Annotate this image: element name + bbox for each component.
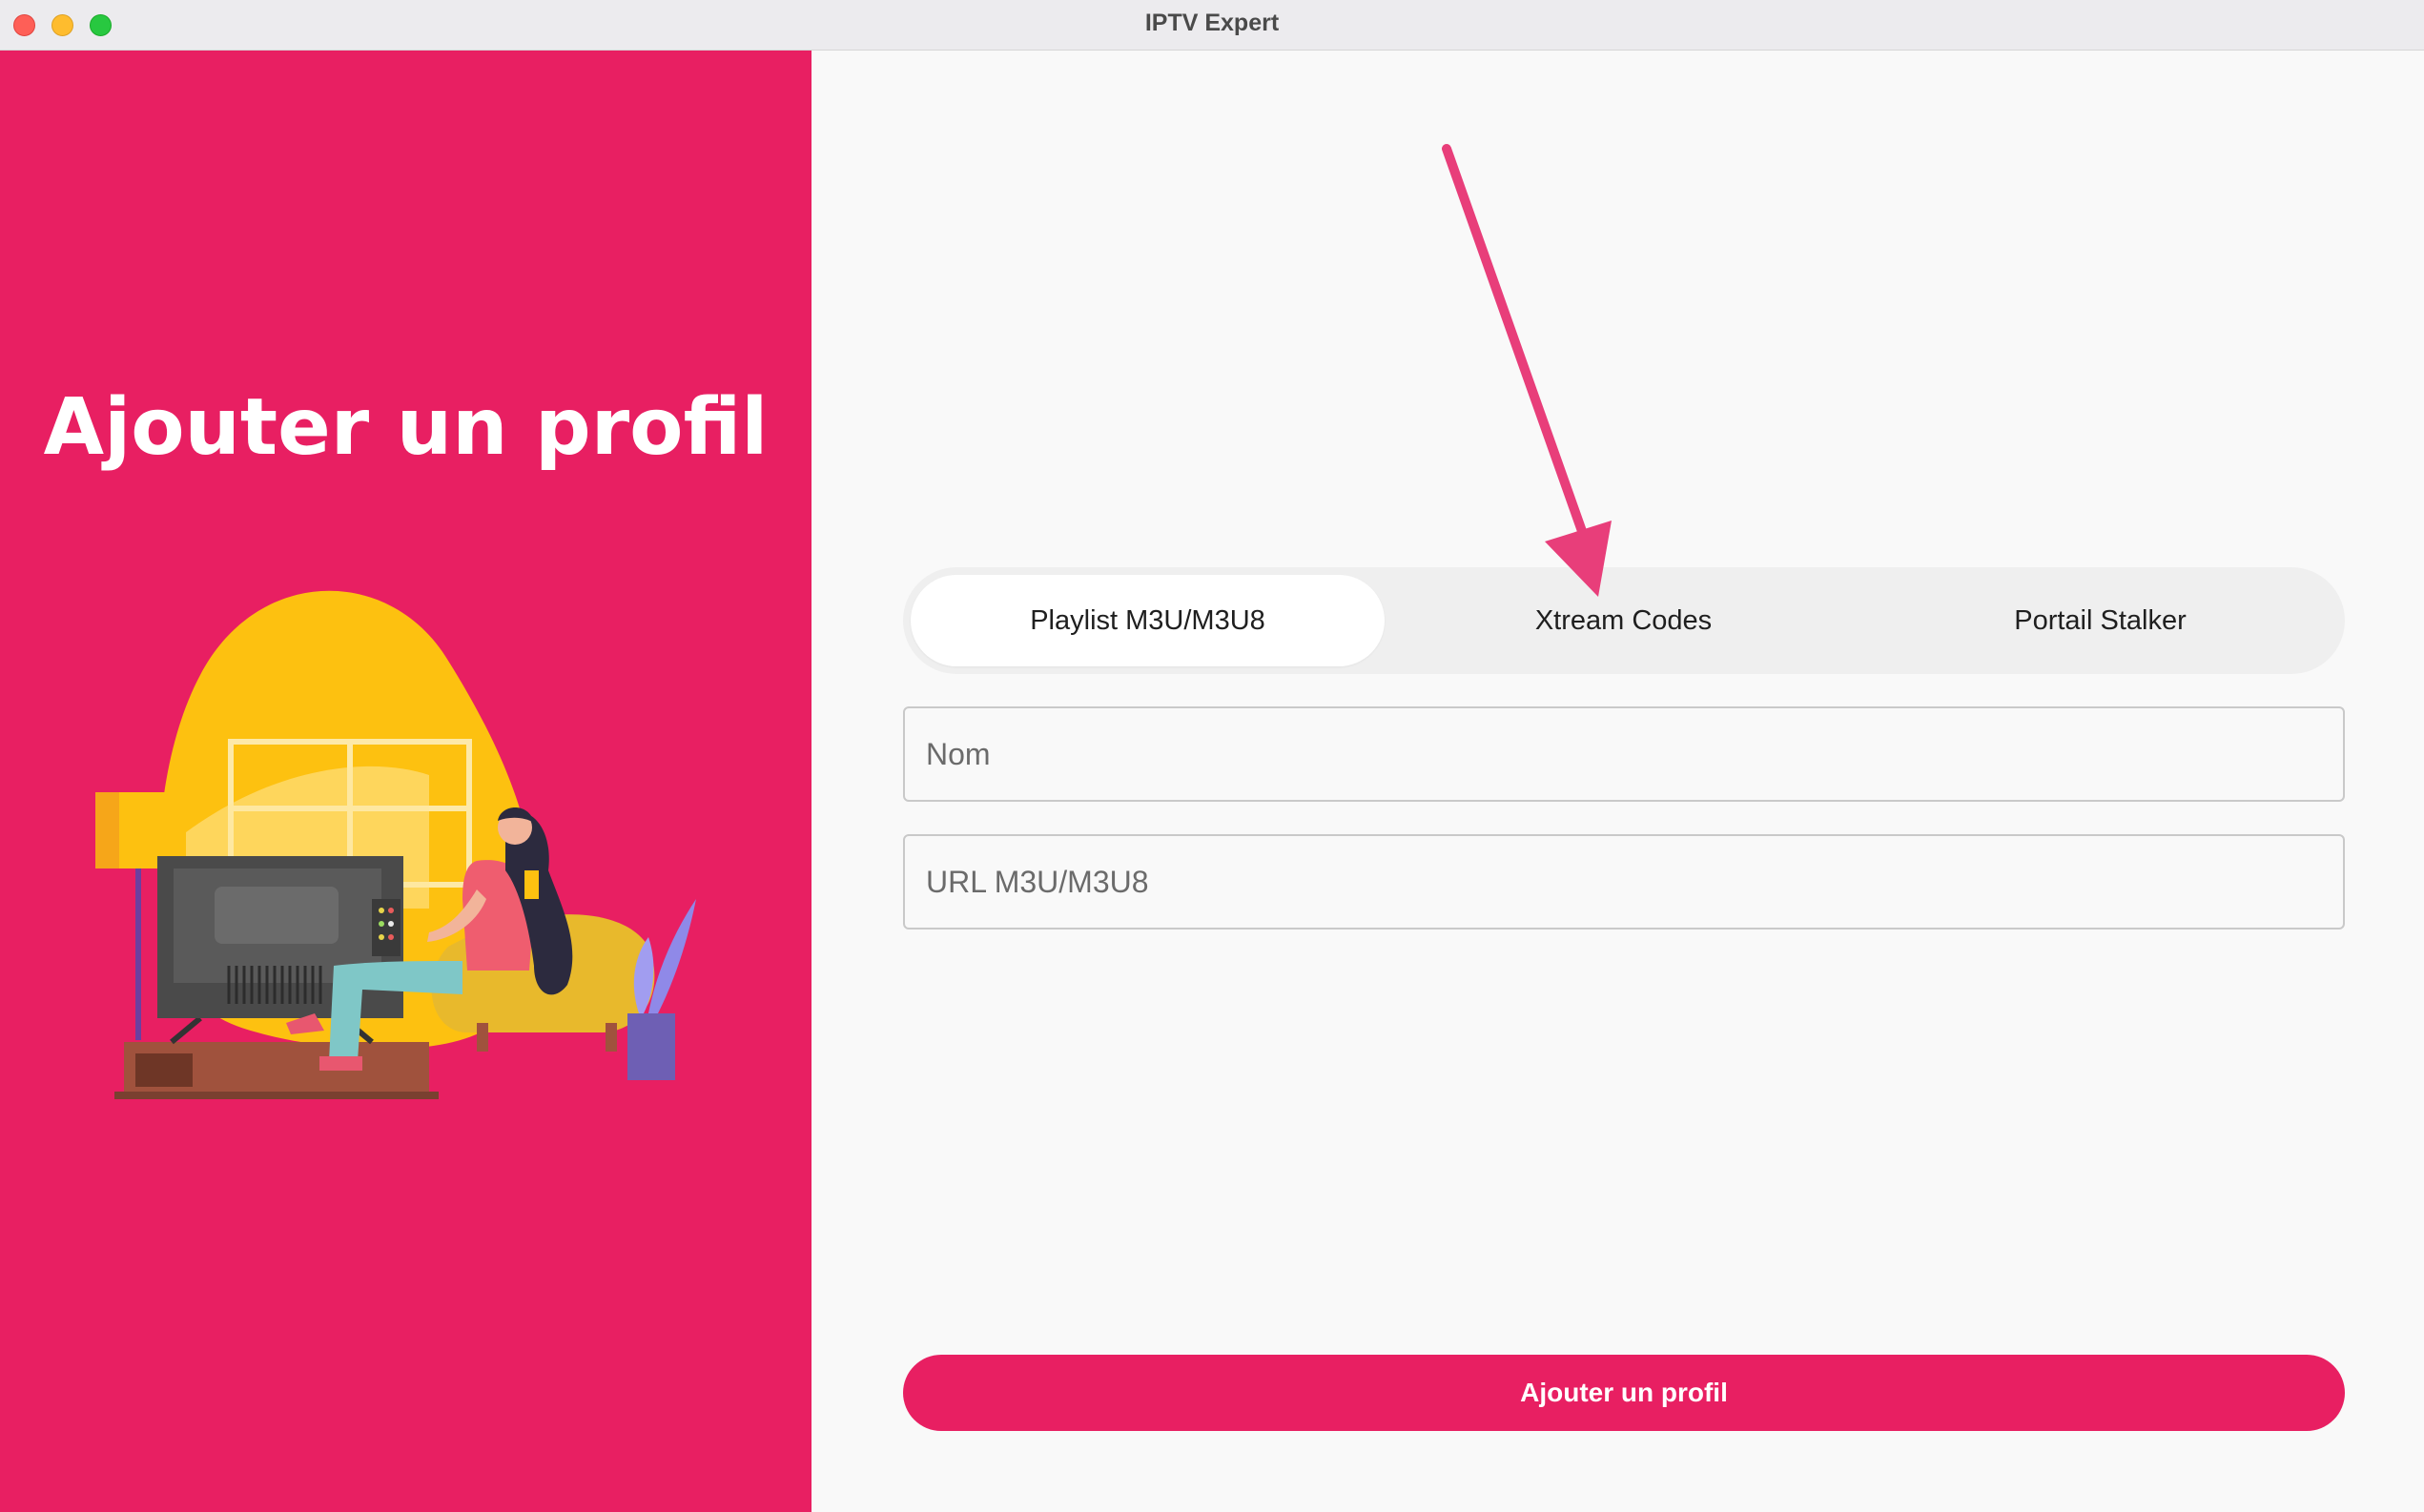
tab-xtream-codes[interactable]: Xtream Codes (1387, 575, 1860, 666)
url-input[interactable] (905, 836, 2343, 928)
right-panel: Playlist M3U/M3U8 Xtream Codes Portail S… (811, 51, 2424, 1512)
tab-playlist-m3u[interactable]: Playlist M3U/M3U8 (911, 575, 1385, 666)
window-title: IPTV Expert (1144, 10, 1280, 36)
title-bar: IPTV Expert (0, 0, 2424, 51)
name-field (903, 706, 2345, 802)
left-panel: Ajouter un profil (0, 51, 811, 1512)
url-field (903, 834, 2345, 930)
add-profile-button[interactable]: Ajouter un profil (903, 1355, 2345, 1431)
source-type-tabs: Playlist M3U/M3U8 Xtream Codes Portail S… (903, 567, 2345, 674)
tab-portail-stalker[interactable]: Portail Stalker (1863, 575, 2337, 666)
person-watching-tv-illustration (95, 590, 696, 1099)
name-input[interactable] (905, 708, 2343, 800)
page-heading: Ajouter un profil (43, 382, 769, 473)
